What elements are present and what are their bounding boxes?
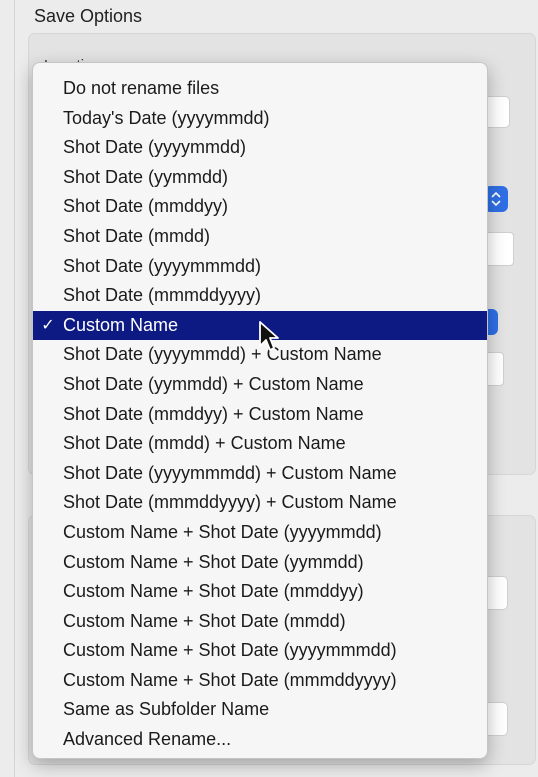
menu-item[interactable]: Shot Date (yymmdd) + Custom Name: [33, 370, 487, 400]
menu-item[interactable]: Custom Name + Shot Date (mmmddyyyy): [33, 666, 487, 696]
menu-item-label: Custom Name + Shot Date (yymmdd): [63, 551, 364, 572]
checkmark-icon: ✓: [41, 316, 55, 334]
menu-item[interactable]: Shot Date (yyyymmmdd): [33, 252, 487, 282]
menu-item-label: Shot Date (mmdd) + Custom Name: [63, 433, 346, 454]
menu-item[interactable]: Custom Name + Shot Date (yyyymmmdd): [33, 636, 487, 666]
section-title: Save Options: [34, 6, 143, 26]
menu-item-label: Shot Date (mmddyy) + Custom Name: [63, 403, 364, 424]
background-text-field[interactable]: [486, 232, 514, 266]
menu-item-label: Shot Date (yyyymmdd): [63, 137, 247, 158]
menu-item-label: Do not rename files: [63, 78, 220, 98]
menu-item[interactable]: Do not rename files: [33, 74, 487, 104]
mouse-pointer-icon: [259, 321, 279, 351]
menu-item-label: Shot Date (yyyymmmdd): [63, 255, 262, 276]
menu-item[interactable]: Shot Date (mmdd): [33, 222, 487, 252]
menu-item[interactable]: Today's Date (yyyymmdd): [33, 104, 487, 134]
menu-item[interactable]: Shot Date (mmmddyyyy) + Custom Name: [33, 488, 487, 518]
menu-item[interactable]: Shot Date (mmddyy): [33, 192, 487, 222]
menu-item[interactable]: Custom Name + Shot Date (yymmdd): [33, 548, 487, 578]
menu-item-label: Custom Name + Shot Date (mmmddyyyy): [63, 669, 397, 690]
menu-item[interactable]: Shot Date (yymmdd): [33, 163, 487, 193]
background-text-field[interactable]: [486, 352, 504, 386]
rename-options-list: Do not rename files Today's Date (yyyymmd…: [33, 74, 487, 755]
menu-item-label: Shot Date (yymmdd): [63, 166, 229, 187]
menu-item-label: Today's Date (yyyymmdd): [63, 107, 270, 128]
menu-item-label: Shot Date (mmddyy): [63, 196, 229, 217]
menu-item[interactable]: Shot Date (mmddyy) + Custom Name: [33, 400, 487, 430]
menu-item-label: Custom Name + Shot Date (yyyymmdd): [63, 521, 382, 542]
menu-item-label: Custom Name + Shot Date (mmdd): [63, 610, 346, 631]
menu-item[interactable]: Custom Name + Shot Date (mmddyy): [33, 577, 487, 607]
menu-item-label: Custom Name + Shot Date (yyyymmmdd): [63, 640, 397, 661]
menu-item-label: Shot Date (yymmdd) + Custom Name: [63, 373, 364, 394]
menu-item-label: Shot Date (mmmddyyyy): [63, 285, 262, 306]
menu-item-label: Shot Date (yyyymmdd) + Custom Name: [63, 344, 382, 365]
menu-item[interactable]: Shot Date (yyyymmmdd) + Custom Name: [33, 459, 487, 489]
menu-item-label: Custom Name + Shot Date (mmddyy): [63, 581, 364, 602]
background-text-field[interactable]: [486, 576, 508, 610]
menu-item[interactable]: Shot Date (mmmddyyyy): [33, 281, 487, 311]
menu-item[interactable]: Advanced Rename...: [33, 725, 487, 755]
menu-item-label: Shot Date (mmdd): [63, 225, 211, 246]
menu-item[interactable]: Shot Date (mmdd) + Custom Name: [33, 429, 487, 459]
menu-item-label: Custom Name: [63, 314, 179, 335]
menu-item-label: Same as Subfolder Name: [63, 699, 270, 720]
menu-item[interactable]: Custom Name + Shot Date (mmdd): [33, 607, 487, 637]
menu-item-label: Advanced Rename...: [63, 729, 232, 750]
menu-item[interactable]: Shot Date (yyyymmdd): [33, 133, 487, 163]
rename-options-menu[interactable]: Do not rename files Today's Date (yyyymmd…: [32, 62, 488, 759]
menu-item-label: Shot Date (yyyymmmdd) + Custom Name: [63, 462, 397, 483]
menu-item-label: Shot Date (mmmddyyyy) + Custom Name: [63, 492, 397, 513]
menu-item[interactable]: Custom Name + Shot Date (yyyymmdd): [33, 518, 487, 548]
menu-item[interactable]: Same as Subfolder Name: [33, 695, 487, 725]
background-text-field[interactable]: [486, 702, 508, 736]
